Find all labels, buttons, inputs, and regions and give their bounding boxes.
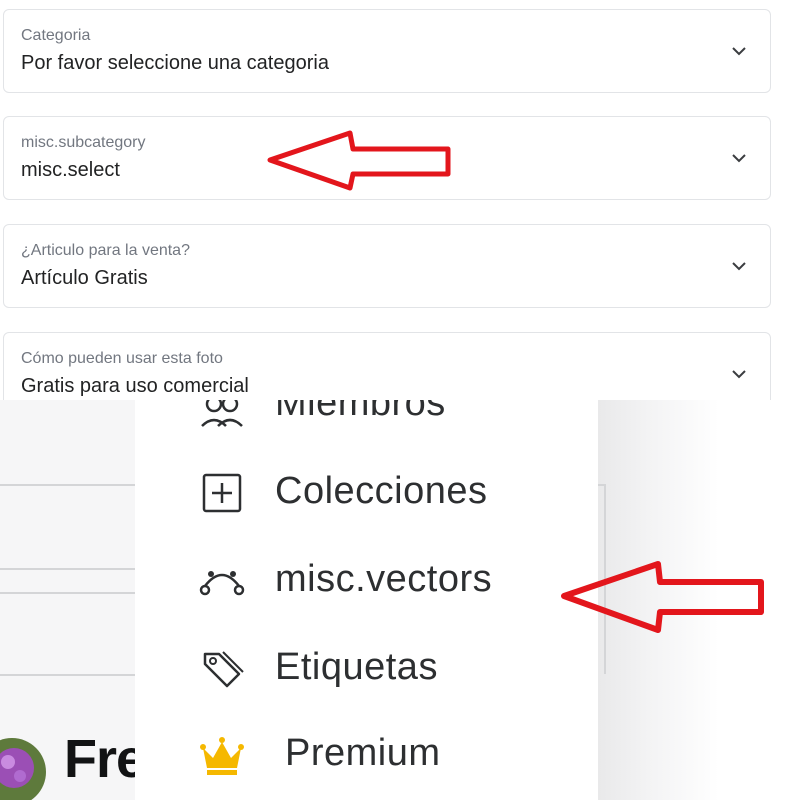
vector-path-icon bbox=[199, 571, 245, 596]
category-label: Categoria bbox=[21, 27, 91, 44]
red-arrow-annotation bbox=[561, 561, 764, 633]
divider bbox=[0, 592, 135, 594]
usage-value: Gratis para uso comercial bbox=[21, 375, 249, 397]
menu-item-collections[interactable]: Colecciones bbox=[135, 458, 598, 528]
menu-item-members[interactable]: Miembros bbox=[135, 400, 598, 442]
menu-item-label: Premium bbox=[285, 732, 441, 774]
chevron-down-icon bbox=[732, 154, 746, 163]
for-sale-value: Artículo Gratis bbox=[21, 267, 148, 289]
plus-square-icon bbox=[202, 473, 242, 513]
flower-thumbnail bbox=[0, 738, 46, 800]
menu-item-label: misc.vectors bbox=[275, 558, 493, 600]
brand-logo-fragment: Fre bbox=[64, 729, 146, 789]
for-sale-label: ¿Articulo para la venta? bbox=[21, 242, 190, 259]
menu-item-label: Colecciones bbox=[275, 470, 488, 512]
crown-icon bbox=[200, 737, 244, 775]
tag-icon bbox=[203, 651, 244, 688]
category-value: Por favor seleccione una categoria bbox=[21, 52, 329, 74]
screenshot-composite: Categoria Por favor seleccione una categ… bbox=[0, 0, 800, 800]
menu-item-premium[interactable]: Premium bbox=[135, 720, 598, 790]
divider bbox=[0, 484, 135, 486]
for-sale-select[interactable]: ¿Articulo para la venta? Artículo Gratis bbox=[3, 224, 771, 308]
chevron-down-icon bbox=[732, 370, 746, 379]
category-select[interactable]: Categoria Por favor seleccione una categ… bbox=[3, 9, 771, 93]
menu-item-tags[interactable]: Etiquetas bbox=[135, 634, 598, 704]
divider bbox=[0, 568, 135, 570]
chevron-down-icon bbox=[732, 47, 746, 56]
menu-item-vectors[interactable]: misc.vectors bbox=[135, 546, 598, 616]
menu-item-label: Miembros bbox=[275, 400, 446, 424]
divider bbox=[0, 674, 135, 676]
zoomed-menu-section: Fre Miembros Colecciones misc.vectors Et… bbox=[0, 400, 800, 800]
chevron-down-icon bbox=[732, 262, 746, 271]
subcategory-label: misc.subcategory bbox=[21, 134, 146, 151]
members-icon bbox=[201, 400, 243, 427]
dropdown-menu: Miembros Colecciones misc.vectors Etique… bbox=[135, 400, 598, 800]
menu-item-label: Etiquetas bbox=[275, 646, 438, 688]
red-arrow-annotation bbox=[267, 130, 451, 191]
subcategory-value: misc.select bbox=[21, 159, 120, 181]
usage-label: Cómo pueden usar esta foto bbox=[21, 350, 223, 367]
